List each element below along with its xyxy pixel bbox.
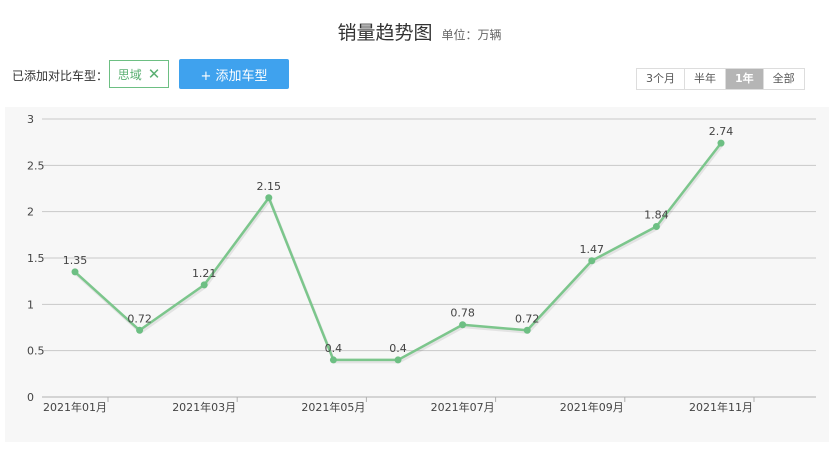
y-tick-label: 2.5 [27,159,45,172]
line-chart: 0 0.5 1 1.5 2 2.5 3 2021年01月 2021年03月 2021年05月 202… [27,113,816,414]
data-point[interactable] [329,356,337,364]
y-tick-label: 0 [27,391,34,404]
data-point[interactable] [523,326,531,334]
x-tick-label: 2021年01月 [43,400,107,414]
y-tick-label: 2 [27,206,34,219]
data-label: 1.35 [63,254,88,267]
data-point[interactable] [588,257,596,265]
y-tick-label: 0.5 [27,345,45,358]
x-tick-label: 2021年11月 [689,400,753,414]
y-tick-label: 1.5 [27,252,45,265]
data-point[interactable] [717,139,725,147]
data-label: 0.4 [389,342,407,355]
data-point[interactable] [394,356,402,364]
data-point[interactable] [459,321,467,329]
data-point[interactable] [200,281,208,289]
series-line-shadow [74,144,724,364]
data-label: 1.84 [644,208,669,221]
x-tick-label: 2021年05月 [301,400,365,414]
data-label: 1.47 [580,243,605,256]
data-label: 0.4 [325,342,343,355]
data-point[interactable] [652,222,660,230]
data-label: 2.74 [709,125,734,138]
data-label: 0.78 [450,307,475,320]
y-tick-label: 1 [27,298,34,311]
data-label: 2.15 [257,180,282,193]
x-tick-label: 2021年09月 [560,400,624,414]
data-point[interactable] [71,268,79,276]
data-point[interactable] [136,326,144,334]
y-tick-label: 3 [27,113,34,126]
series-line [74,142,722,362]
data-label: 0.72 [515,312,540,325]
data-point[interactable] [265,194,273,202]
data-label: 0.72 [127,312,152,325]
x-tick-label: 2021年07月 [431,400,495,414]
x-tick-label: 2021年03月 [172,400,236,414]
data-label: 1.21 [192,267,217,280]
